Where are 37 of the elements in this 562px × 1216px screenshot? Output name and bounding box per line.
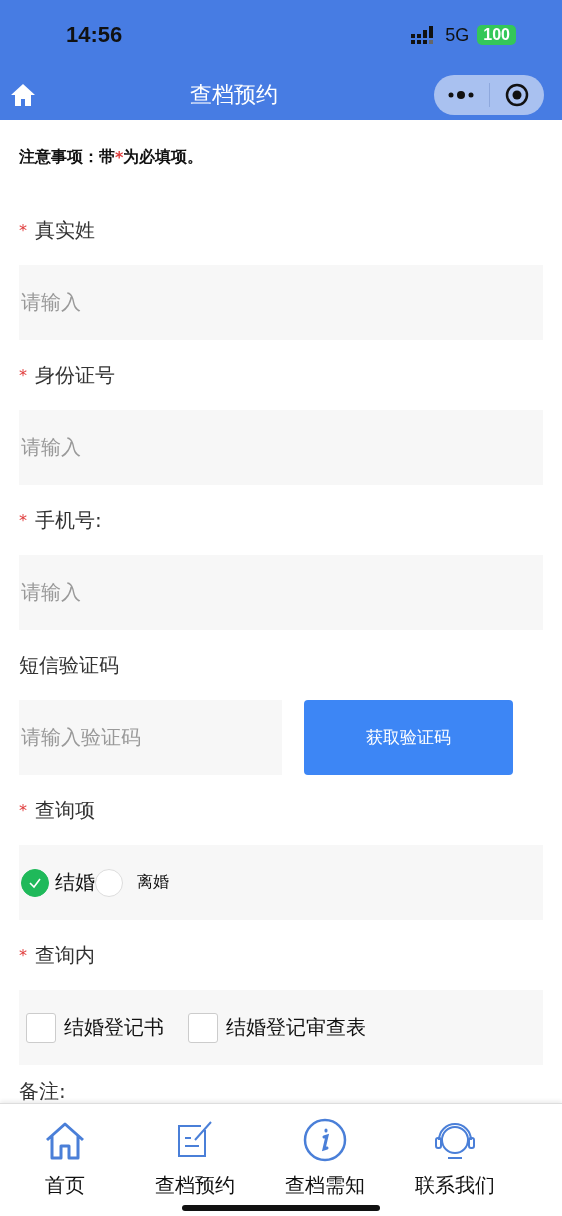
home-icon[interactable] <box>10 83 36 107</box>
option-label: 结婚登记审查表 <box>226 1014 366 1041</box>
required-mark: * <box>19 510 27 530</box>
field-label: 查询项 <box>35 796 95 824</box>
checkbox[interactable] <box>26 1012 56 1043</box>
field-label: 短信验证码 <box>19 651 119 679</box>
checkbox[interactable] <box>188 1012 218 1043</box>
more-icon[interactable] <box>447 90 476 100</box>
info-icon <box>303 1118 347 1162</box>
page-title: 查档预约 <box>189 81 278 109</box>
field-label: 手机号: <box>35 506 102 534</box>
tab-item[interactable]: 查档需知 <box>260 1118 390 1199</box>
required-mark: * <box>19 945 27 965</box>
notice-text: 注意事项：带*为必填项。 <box>19 146 205 169</box>
required-mark: * <box>19 365 27 385</box>
option-label: 结婚 <box>55 869 95 896</box>
get-code-button[interactable]: 获取验证码 <box>304 700 513 775</box>
input-field[interactable]: 请输入 <box>19 410 543 485</box>
input-field[interactable]: 请输入 <box>19 265 543 340</box>
status-time: 14:56 <box>66 22 124 48</box>
check-icon <box>28 876 42 889</box>
radio-button[interactable] <box>21 868 49 897</box>
option-label: 离婚 <box>137 872 169 893</box>
required-mark: * <box>19 800 27 820</box>
network-label: 5G <box>445 24 470 46</box>
option-label: 结婚登记书 <box>64 1014 164 1041</box>
required-mark: * <box>19 220 27 240</box>
code-input-field[interactable]: 请输入验证码 <box>19 700 282 775</box>
tab-item[interactable]: 联系我们 <box>390 1118 520 1199</box>
field-label: 查询内 <box>35 941 95 969</box>
tab-item[interactable]: 查档预约 <box>130 1118 260 1199</box>
field-label: 真实姓 <box>35 216 95 244</box>
battery-level: 100 <box>477 25 516 45</box>
tab-item[interactable]: 首页 <box>0 1118 130 1199</box>
input-field[interactable]: 请输入 <box>19 555 543 630</box>
field-label: 身份证号 <box>35 361 115 389</box>
field-label: 备注: <box>19 1078 66 1103</box>
